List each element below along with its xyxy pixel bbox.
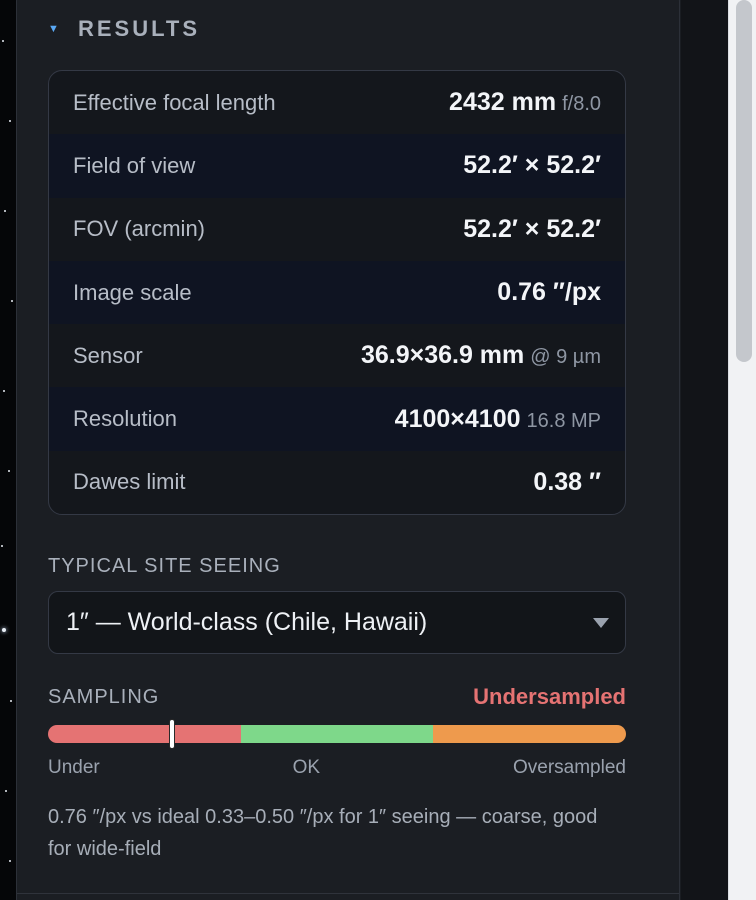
result-value: 2432 mm f/8.0 (449, 88, 601, 117)
seeing-label: TYPICAL SITE SEEING (48, 555, 281, 577)
result-label: FOV (arcmin) (73, 216, 205, 242)
result-label: Dawes limit (73, 469, 186, 495)
result-label: Image scale (73, 279, 192, 305)
result-value: 52.2′ × 52.2′ (463, 151, 601, 180)
sampling-meter (48, 719, 627, 749)
right-gutter (681, 0, 728, 900)
meter-segment-under (48, 725, 241, 743)
starfield-background (0, 0, 16, 900)
result-extra: @ 9 µm (530, 346, 601, 369)
result-row-dawes-limit: Dawes limit 0.38 ″ (49, 451, 625, 514)
result-value: 36.9×36.9 mm @ 9 µm (360, 341, 601, 370)
result-row-fov-arcmin: FOV (arcmin) 52.2′ × 52.2′ (49, 198, 625, 261)
meter-segment-over (433, 725, 627, 743)
sampling-header: SAMPLING Undersampled (48, 684, 626, 710)
seeing-selected-value: 1″ — World-class (Chile, Hawaii) (66, 608, 428, 636)
result-row-sensor: Sensor 36.9×36.9 mm @ 9 µm (49, 324, 625, 387)
result-row-image-scale: Image scale 0.76 ″/px (49, 260, 625, 325)
divider (17, 893, 679, 894)
result-label: Resolution (73, 406, 177, 432)
scale-label-ok: OK (292, 757, 321, 778)
section-title: RESULTS (78, 16, 201, 41)
result-row-resolution: Resolution 4100×4100 16.8 MP (49, 387, 625, 451)
result-row-field-of-view: Field of view 52.2′ × 52.2′ (49, 134, 625, 198)
result-value: 0.76 ″/px (497, 278, 601, 307)
scale-label-over: Oversampled (512, 757, 626, 778)
sampling-note: 0.76 ″/px vs ideal 0.33–0.50 ″/px for 1″… (48, 806, 598, 860)
sampling-status: Undersampled (473, 684, 626, 709)
sampling-marker (169, 719, 176, 749)
meter-segment-ok (240, 725, 434, 743)
result-label: Field of view (73, 152, 196, 178)
result-value: 4100×4100 16.8 MP (394, 404, 601, 433)
scrollbar-thumb[interactable] (736, 0, 752, 362)
result-label: Sensor (73, 342, 143, 368)
result-label: Effective focal length (73, 89, 276, 115)
seeing-select[interactable]: 1″ — World-class (Chile, Hawaii) (48, 591, 626, 654)
result-extra: 16.8 MP (526, 409, 601, 432)
scale-label-under: Under (48, 757, 100, 778)
result-extra: f/8.0 (562, 93, 601, 116)
results-card: Effective focal length 2432 mm f/8.0 Fiel… (48, 70, 626, 515)
dropdown-caret-icon (593, 617, 609, 628)
results-section-header[interactable]: ▼ RESULTS (48, 14, 200, 44)
sampling-label: SAMPLING (48, 685, 160, 708)
meter-scale-labels: Under OK Oversampled (48, 757, 626, 779)
result-row-effective-focal-length: Effective focal length 2432 mm f/8.0 (49, 71, 625, 134)
result-value: 0.38 ″ (533, 467, 601, 496)
collapse-caret-icon[interactable]: ▼ (48, 23, 59, 35)
result-value: 52.2′ × 52.2′ (463, 214, 601, 243)
